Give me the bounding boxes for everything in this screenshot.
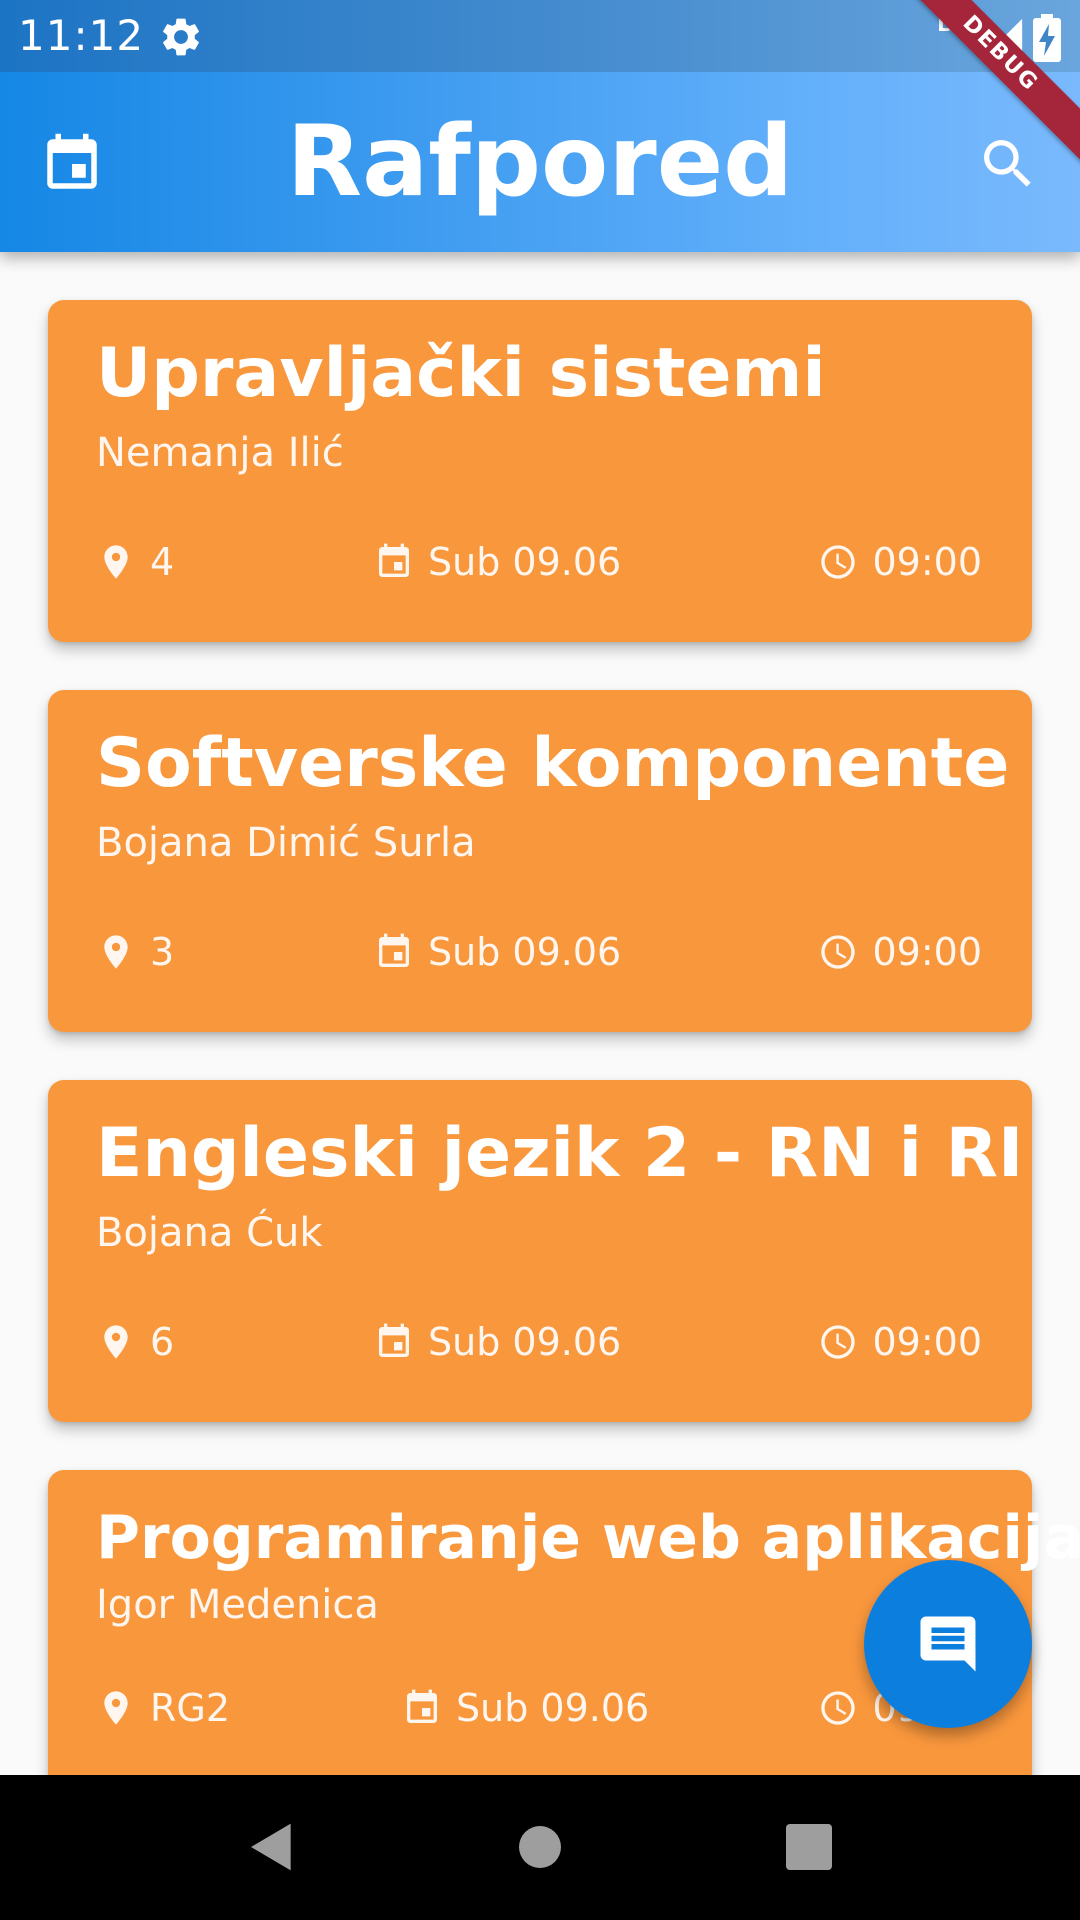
location-pin-icon bbox=[104, 1325, 128, 1359]
location-pin-icon bbox=[104, 1691, 128, 1725]
lecture-card[interactable]: Engleski jezik 2 - RN i RI Bojana Ćuk 6 … bbox=[48, 1080, 1032, 1422]
clock-icon bbox=[821, 1325, 856, 1359]
location-pin-icon bbox=[104, 935, 128, 969]
lecture-time: 09:00 bbox=[818, 924, 982, 980]
room-value: 4 bbox=[150, 540, 175, 584]
lecture-card[interactable]: Softverske komponente Bojana Dimić Surla… bbox=[48, 690, 1032, 1032]
lecture-lecturer: Nemanja Ilić bbox=[96, 430, 344, 476]
search-icon bbox=[984, 140, 1031, 187]
calendar-icon bbox=[379, 1323, 409, 1357]
clock-icon bbox=[821, 935, 856, 969]
app-bar: Rafpored bbox=[0, 72, 1080, 252]
time-value: 09:00 bbox=[872, 930, 982, 974]
room-value: 6 bbox=[150, 1320, 175, 1364]
lecture-lecturer: Bojana Ćuk bbox=[96, 1210, 323, 1256]
recents-button[interactable] bbox=[786, 1819, 832, 1875]
lecture-title: Softverske komponente bbox=[96, 724, 1010, 803]
date-value: Sub 09.06 bbox=[456, 1686, 650, 1730]
lecture-room: 3 bbox=[96, 924, 174, 980]
lecture-list[interactable]: Upravljački sistemi Nemanja Ilić 4 Sub 0… bbox=[0, 252, 1080, 1775]
lecture-lecturer: Igor Medenica bbox=[96, 1582, 379, 1628]
lecture-time: 09:00 bbox=[818, 534, 982, 590]
location-pin-icon bbox=[104, 545, 128, 579]
lecture-room: 6 bbox=[96, 1314, 174, 1370]
lecture-title: Engleski jezik 2 - RN i RI bbox=[96, 1114, 1024, 1193]
lecture-date: Sub 09.06 bbox=[374, 534, 621, 590]
status-time: 11:12 bbox=[18, 11, 145, 60]
clock-icon bbox=[821, 1691, 856, 1725]
calendar-icon bbox=[379, 933, 409, 967]
room-value: 3 bbox=[150, 930, 175, 974]
date-value: Sub 09.06 bbox=[428, 540, 622, 584]
lecture-lecturer: Bojana Dimić Surla bbox=[96, 820, 476, 866]
system-nav-bar bbox=[0, 1775, 1080, 1920]
calendar-icon bbox=[407, 1689, 437, 1723]
gear-icon bbox=[163, 18, 199, 56]
lecture-room: 4 bbox=[96, 534, 174, 590]
clock-icon bbox=[821, 545, 856, 579]
message-icon bbox=[920, 1616, 976, 1672]
recents-icon bbox=[786, 1824, 832, 1870]
lecture-date: Sub 09.06 bbox=[402, 1680, 649, 1736]
date-value: Sub 09.06 bbox=[428, 930, 622, 974]
app-title: Rafpored bbox=[286, 105, 794, 219]
calendar-icon bbox=[379, 543, 409, 577]
app-screen: 11:12 LTE DEBUG Rafpored bbox=[0, 0, 1080, 1920]
lecture-time: 09:00 bbox=[818, 1314, 982, 1370]
lecture-title: Upravljački sistemi bbox=[96, 334, 826, 413]
home-icon bbox=[519, 1826, 561, 1868]
lecture-date: Sub 09.06 bbox=[374, 924, 621, 980]
time-value: 09:00 bbox=[872, 1320, 982, 1364]
search-button[interactable] bbox=[966, 122, 1050, 206]
time-value: 09:00 bbox=[872, 540, 982, 584]
lecture-card[interactable]: Upravljački sistemi Nemanja Ilić 4 Sub 0… bbox=[48, 300, 1032, 642]
room-value: RG2 bbox=[150, 1686, 231, 1730]
chat-fab-button[interactable] bbox=[864, 1560, 1032, 1728]
lecture-date: Sub 09.06 bbox=[374, 1314, 621, 1370]
back-icon[interactable] bbox=[244, 1819, 300, 1875]
home-button[interactable] bbox=[518, 1819, 562, 1875]
battery-charging-icon bbox=[1033, 14, 1061, 62]
date-value: Sub 09.06 bbox=[428, 1320, 622, 1364]
status-bar: 11:12 LTE bbox=[0, 0, 1080, 72]
lecture-room: RG2 bbox=[96, 1680, 230, 1736]
